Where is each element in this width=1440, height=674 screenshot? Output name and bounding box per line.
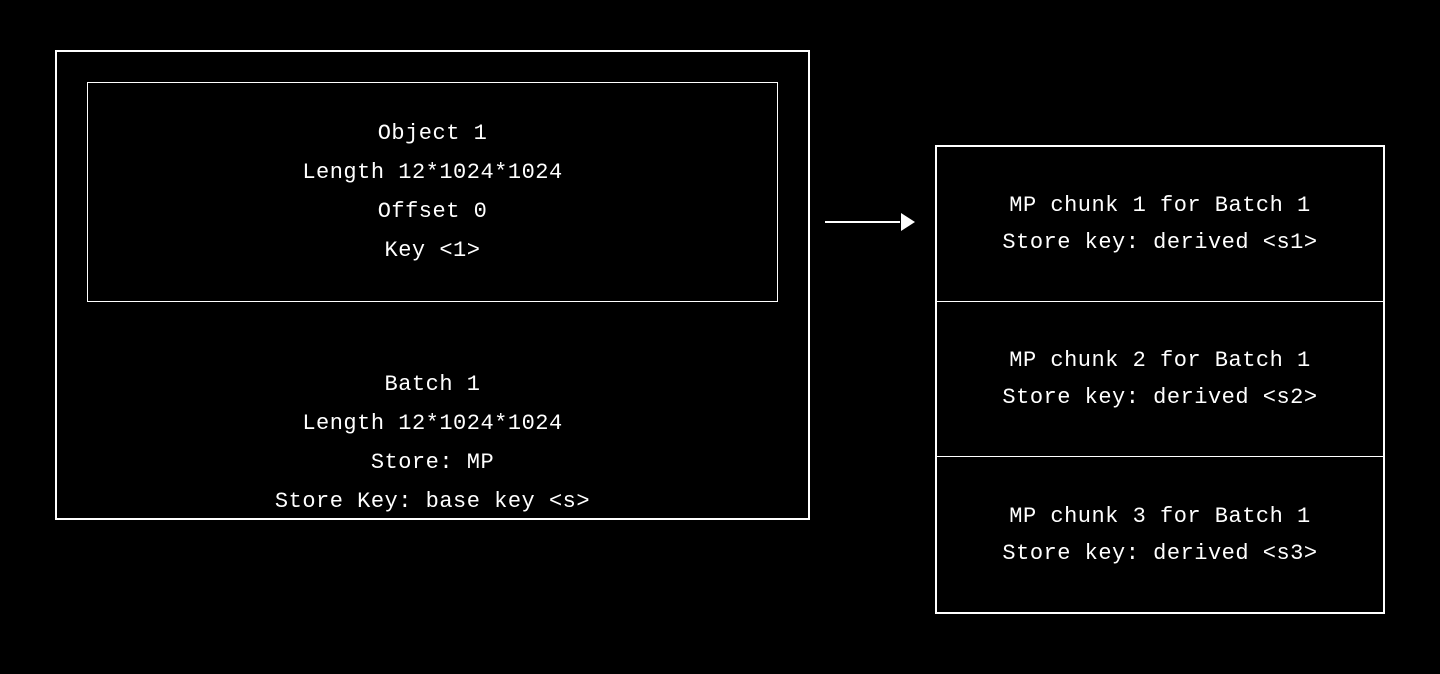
- batch-store-key: Store Key: base key <s>: [275, 489, 590, 514]
- object-offset: Offset 0: [378, 199, 488, 224]
- chunk-title: MP chunk 1 for Batch 1: [1009, 193, 1310, 218]
- chunks-container: MP chunk 1 for Batch 1 Store key: derive…: [935, 145, 1385, 614]
- chunk-2: MP chunk 2 for Batch 1 Store key: derive…: [937, 302, 1383, 457]
- object-title: Object 1: [378, 121, 488, 146]
- chunk-store-key: Store key: derived <s3>: [1002, 541, 1317, 566]
- batch-length: Length 12*1024*1024: [302, 411, 562, 436]
- object-length: Length 12*1024*1024: [302, 160, 562, 185]
- batch-container: Object 1 Length 12*1024*1024 Offset 0 Ke…: [55, 50, 810, 520]
- chunk-1: MP chunk 1 for Batch 1 Store key: derive…: [937, 147, 1383, 302]
- chunk-3: MP chunk 3 for Batch 1 Store key: derive…: [937, 457, 1383, 612]
- batch-info: Batch 1 Length 12*1024*1024 Store: MP St…: [57, 372, 808, 514]
- batch-title: Batch 1: [385, 372, 481, 397]
- arrow-icon: [825, 212, 915, 232]
- batch-store: Store: MP: [371, 450, 494, 475]
- chunk-store-key: Store key: derived <s1>: [1002, 230, 1317, 255]
- chunk-title: MP chunk 2 for Batch 1: [1009, 348, 1310, 373]
- object-key: Key <1>: [385, 238, 481, 263]
- chunk-title: MP chunk 3 for Batch 1: [1009, 504, 1310, 529]
- chunk-store-key: Store key: derived <s2>: [1002, 385, 1317, 410]
- object-box: Object 1 Length 12*1024*1024 Offset 0 Ke…: [87, 82, 778, 302]
